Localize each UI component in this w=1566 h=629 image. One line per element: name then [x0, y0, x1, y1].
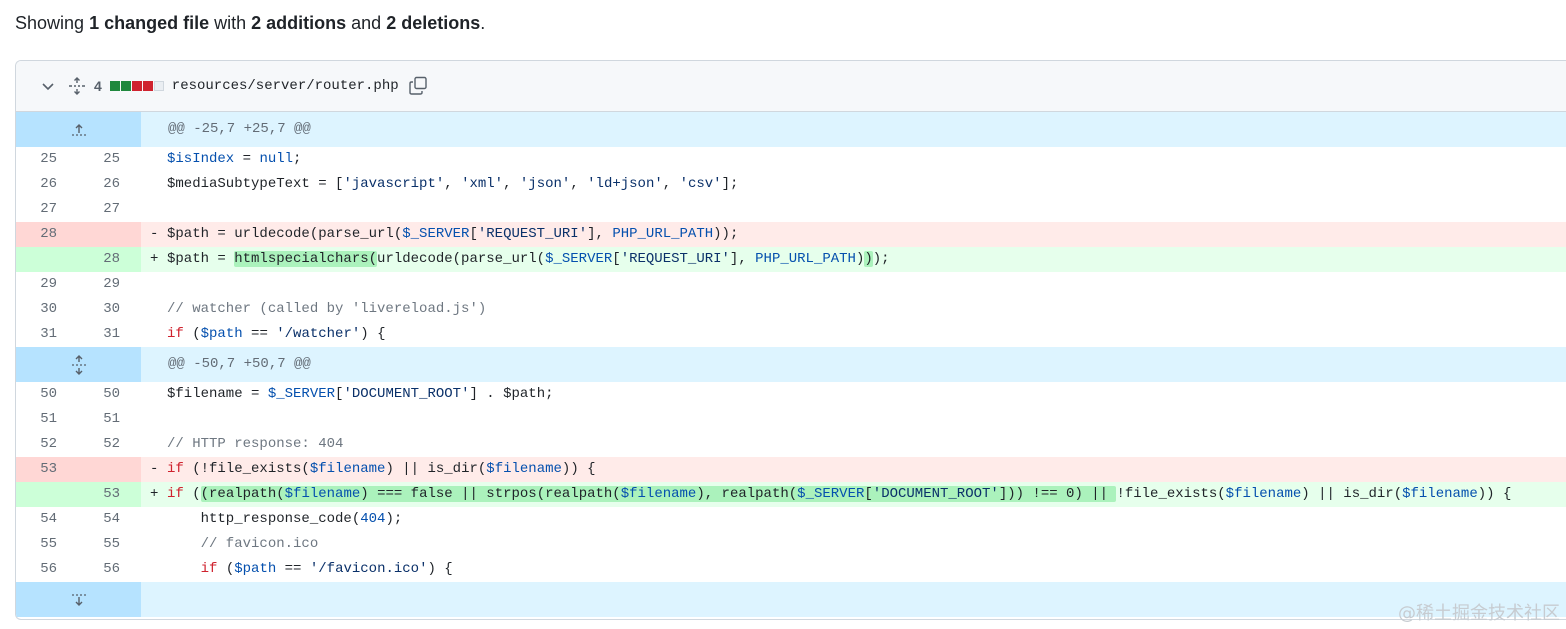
code-line: $mediaSubtypeText = ['javascript', 'xml'…: [167, 176, 739, 192]
new-line-number[interactable]: 54: [78, 507, 141, 532]
new-line-number[interactable]: [78, 222, 141, 247]
diffstat-block-add: [109, 81, 120, 91]
summary-deletions: 2 deletions: [386, 13, 481, 33]
diffstat-block-neutral: [153, 81, 164, 91]
diff-line: 54 54 http_response_code(404);: [16, 507, 1566, 532]
diff-line: 52 52 // HTTP response: 404: [16, 432, 1566, 457]
old-line-number[interactable]: 52: [16, 432, 78, 457]
hunk-footer-fill: [141, 582, 1566, 617]
file-name-link[interactable]: resources/server/router.php: [172, 78, 399, 94]
old-line-number[interactable]: 26: [16, 172, 78, 197]
hunk-footer: [16, 582, 1566, 617]
hunk-range: @@ -50,7 +50,7 @@: [141, 347, 1566, 382]
new-line-number[interactable]: 55: [78, 532, 141, 557]
expand-up-icon[interactable]: [16, 112, 141, 147]
old-line-number[interactable]: 30: [16, 297, 78, 322]
summary-suffix: .: [480, 13, 486, 33]
code-line: http_response_code(404);: [167, 511, 403, 527]
summary-and: and: [346, 13, 387, 33]
new-line-number[interactable]: 25: [78, 147, 141, 172]
copy-icon[interactable]: [407, 75, 429, 97]
new-line-number[interactable]: 31: [78, 322, 141, 347]
new-line-number[interactable]: 51: [78, 407, 141, 432]
diffstat-block-add: [120, 81, 131, 91]
new-line-number[interactable]: 28: [78, 247, 141, 272]
diffstat-block-del: [142, 81, 153, 91]
old-line-number[interactable]: 54: [16, 507, 78, 532]
change-count: 4: [94, 78, 102, 94]
hunk-header: @@ -50,7 +50,7 @@: [16, 347, 1566, 382]
new-line-number[interactable]: 29: [78, 272, 141, 297]
old-line-number[interactable]: 28: [16, 222, 78, 247]
code-line: $isIndex = null;: [167, 151, 302, 167]
code-line: + $path = htmlspecialchars(urldecode(pars…: [141, 247, 1566, 272]
new-line-number[interactable]: 27: [78, 197, 141, 222]
deleted-line: 28 - $path = urldecode(parse_url($_SERVER…: [16, 222, 1566, 247]
diffstat: [109, 81, 164, 91]
summary-prefix: Showing: [15, 13, 90, 33]
old-line-number[interactable]: 53: [16, 457, 78, 482]
new-line-number[interactable]: 30: [78, 297, 141, 322]
old-line-number[interactable]: 56: [16, 557, 78, 582]
diffstat-block-del: [131, 81, 142, 91]
diff-line: 55 55 // favicon.ico: [16, 532, 1566, 557]
diff-line: 31 31 if ($path == '/watcher') {: [16, 322, 1566, 347]
summary-with: with: [209, 13, 252, 33]
code-line: // favicon.ico: [167, 536, 319, 552]
watermark: @稀土掘金技术社区: [1398, 603, 1560, 624]
hunk-header: @@ -25,7 +25,7 @@: [16, 112, 1566, 147]
code-line: if ($path == '/watcher') {: [167, 326, 386, 342]
new-line-number[interactable]: 26: [78, 172, 141, 197]
summary-files-count: 1 changed file: [89, 13, 210, 33]
old-line-number[interactable]: [16, 247, 78, 272]
unfold-icon[interactable]: [66, 75, 88, 97]
added-line: 53 + if ((realpath($filename) === false |…: [16, 482, 1566, 507]
diff-file: 4 resources/server/router.php @@ -25,7 +…: [15, 60, 1566, 620]
diff-line: 56 56 if ($path == '/favicon.ico') {: [16, 557, 1566, 582]
file-header: 4 resources/server/router.php: [16, 61, 1566, 112]
old-line-number[interactable]: [16, 482, 78, 507]
old-line-number[interactable]: 25: [16, 147, 78, 172]
diff-line: 25 25 $isIndex = null;: [16, 147, 1566, 172]
code-line: if ($path == '/favicon.ico') {: [200, 561, 453, 577]
diff-line: 27 27: [16, 197, 1566, 222]
diff-line: 50 50 $filename = $_SERVER['DOCUMENT_ROO…: [16, 382, 1566, 407]
diff-summary: Showing 1 changed file with 2 additions …: [15, 11, 485, 35]
new-line-number[interactable]: [78, 457, 141, 482]
new-line-number[interactable]: 53: [78, 482, 141, 507]
old-line-number[interactable]: 50: [16, 382, 78, 407]
code-line: - if (!file_exists($filename) || is_dir($…: [141, 457, 1566, 482]
new-line-number[interactable]: 50: [78, 382, 141, 407]
code-line: + if ((realpath($filename) === false || s…: [141, 482, 1566, 507]
old-line-number[interactable]: 29: [16, 272, 78, 297]
code-line: $filename = $_SERVER['DOCUMENT_ROOT'] . …: [167, 386, 554, 402]
diff-table: @@ -25,7 +25,7 @@ 25 25 $isIndex = null;…: [16, 112, 1566, 617]
diff-line: 51 51: [16, 407, 1566, 432]
expand-both-icon[interactable]: [16, 347, 141, 382]
old-line-number[interactable]: 51: [16, 407, 78, 432]
new-line-number[interactable]: 56: [78, 557, 141, 582]
deleted-line: 53 - if (!file_exists($filename) || is_di…: [16, 457, 1566, 482]
diff-line: 29 29: [16, 272, 1566, 297]
new-line-number[interactable]: 52: [78, 432, 141, 457]
diff-line: 30 30 // watcher (called by 'livereload.…: [16, 297, 1566, 322]
old-line-number[interactable]: 27: [16, 197, 78, 222]
hunk-range: @@ -25,7 +25,7 @@: [141, 112, 1566, 147]
code-line: // watcher (called by 'livereload.js'): [167, 301, 487, 317]
diff-line: 26 26 $mediaSubtypeText = ['javascript',…: [16, 172, 1566, 197]
old-line-number[interactable]: 55: [16, 532, 78, 557]
code-line: // HTTP response: 404: [167, 436, 344, 452]
code-line: - $path = urldecode(parse_url($_SERVER['R…: [141, 222, 1566, 247]
summary-additions: 2 additions: [251, 13, 347, 33]
expand-down-icon[interactable]: [16, 582, 141, 617]
chevron-down-icon[interactable]: [39, 77, 57, 95]
old-line-number[interactable]: 31: [16, 322, 78, 347]
added-line: 28 + $path = htmlspecialchars(urldecode(p…: [16, 247, 1566, 272]
